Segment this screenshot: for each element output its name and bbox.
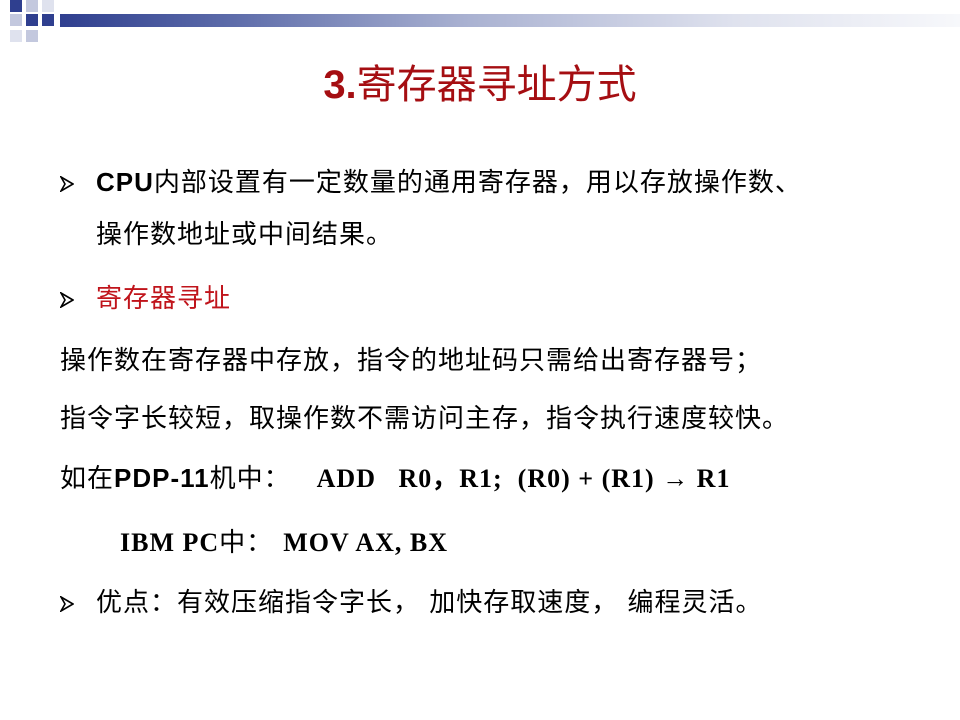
bullet-2-heading: 寄存器寻址 [96, 284, 232, 314]
example-ibm-pc: IBM PC中： MOV AX, BX [120, 528, 448, 558]
bullet-1-line-1: CPU内部设置有一定数量的通用寄存器，用以存放操作数、 [96, 167, 802, 198]
arrow-bullet-icon [60, 292, 74, 308]
example-pdp11: 如在PDP-11机中： ADD R0，R1; (R0) + (R1) → R1 [60, 463, 731, 494]
paragraph-2: 指令字长较短，取操作数不需访问主存，指令执行速度较快。 [60, 404, 790, 434]
header-gradient-bar [60, 14, 960, 27]
arrow-bullet-icon [60, 176, 74, 192]
paragraph-1: 操作数在寄存器中存放，指令的地址码只需给出寄存器号； [60, 346, 763, 376]
corner-decoration [0, 0, 80, 55]
bullet-1-line-2: 操作数地址或中间结果。 [96, 220, 394, 250]
bullet-3-advantages: 优点：有效压缩指令字长， 加快存取速度， 编程灵活。 [96, 588, 763, 618]
arrow-bullet-icon [60, 596, 74, 612]
slide-title: 3.寄存器寻址方式 [323, 62, 637, 108]
